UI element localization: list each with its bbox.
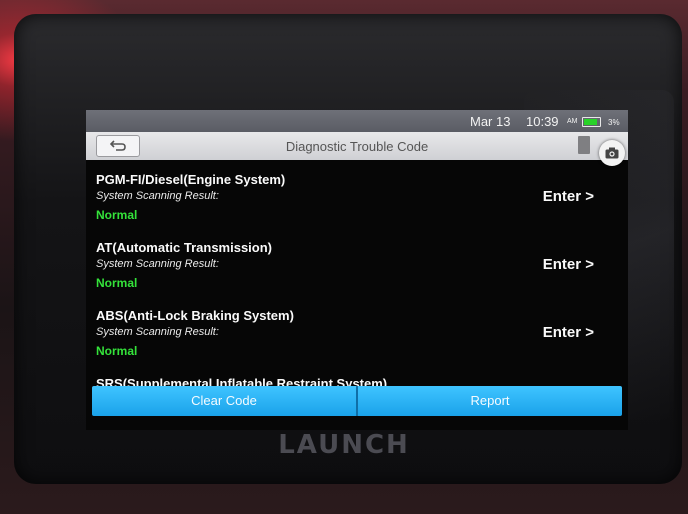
system-row-abs[interactable]: ABS(Anti-Lock Braking System) System Sca… <box>86 302 628 370</box>
status-time: 10:39 <box>526 114 559 129</box>
scan-result-label: System Scanning Result: <box>96 190 219 202</box>
system-name: ABS(Anti-Lock Braking System) <box>96 308 294 323</box>
scan-status: Normal <box>96 208 138 222</box>
system-row-transmission[interactable]: AT(Automatic Transmission) System Scanni… <box>86 234 628 302</box>
status-bar: Mar 13 10:39 AM 3% <box>86 110 628 132</box>
action-bar: Clear Code Report <box>92 386 622 416</box>
status-ampm: AM <box>567 118 578 125</box>
camera-icon <box>605 147 619 159</box>
page-title: Diagnostic Trouble Code <box>285 139 429 154</box>
enter-button[interactable]: Enter > <box>543 324 594 341</box>
scan-status: Normal <box>96 276 138 290</box>
device-brand-logo: LAUNCH <box>278 430 410 460</box>
title-bar: Diagnostic Trouble Code <box>86 132 628 160</box>
clear-code-button[interactable]: Clear Code <box>92 386 356 416</box>
system-row-engine[interactable]: PGM-FI/Diesel(Engine System) System Scan… <box>86 166 628 234</box>
system-name: AT(Automatic Transmission) <box>96 240 273 255</box>
scan-result-label: System Scanning Result: <box>96 258 219 270</box>
status-date: Mar 13 <box>470 114 511 129</box>
system-row-srs[interactable]: SRS(Supplemental Inflatable Restraint Sy… <box>86 370 628 386</box>
scan-result-label: System Scanning Result: <box>96 326 219 338</box>
enter-button[interactable]: Enter > <box>543 256 594 273</box>
device-screen: Mar 13 10:39 AM 3% Diagnostic Trouble Co… <box>86 110 628 430</box>
screenshot-button[interactable] <box>599 140 625 166</box>
battery-percent: 3% <box>608 118 620 127</box>
scan-status: Normal <box>96 344 138 358</box>
document-icon[interactable] <box>578 136 590 154</box>
enter-button[interactable]: Enter > <box>543 188 594 205</box>
system-name: PGM-FI/Diesel(Engine System) <box>96 172 286 187</box>
battery-icon <box>582 117 601 127</box>
report-button[interactable]: Report <box>358 386 622 416</box>
system-name: SRS(Supplemental Inflatable Restraint Sy… <box>96 376 388 386</box>
